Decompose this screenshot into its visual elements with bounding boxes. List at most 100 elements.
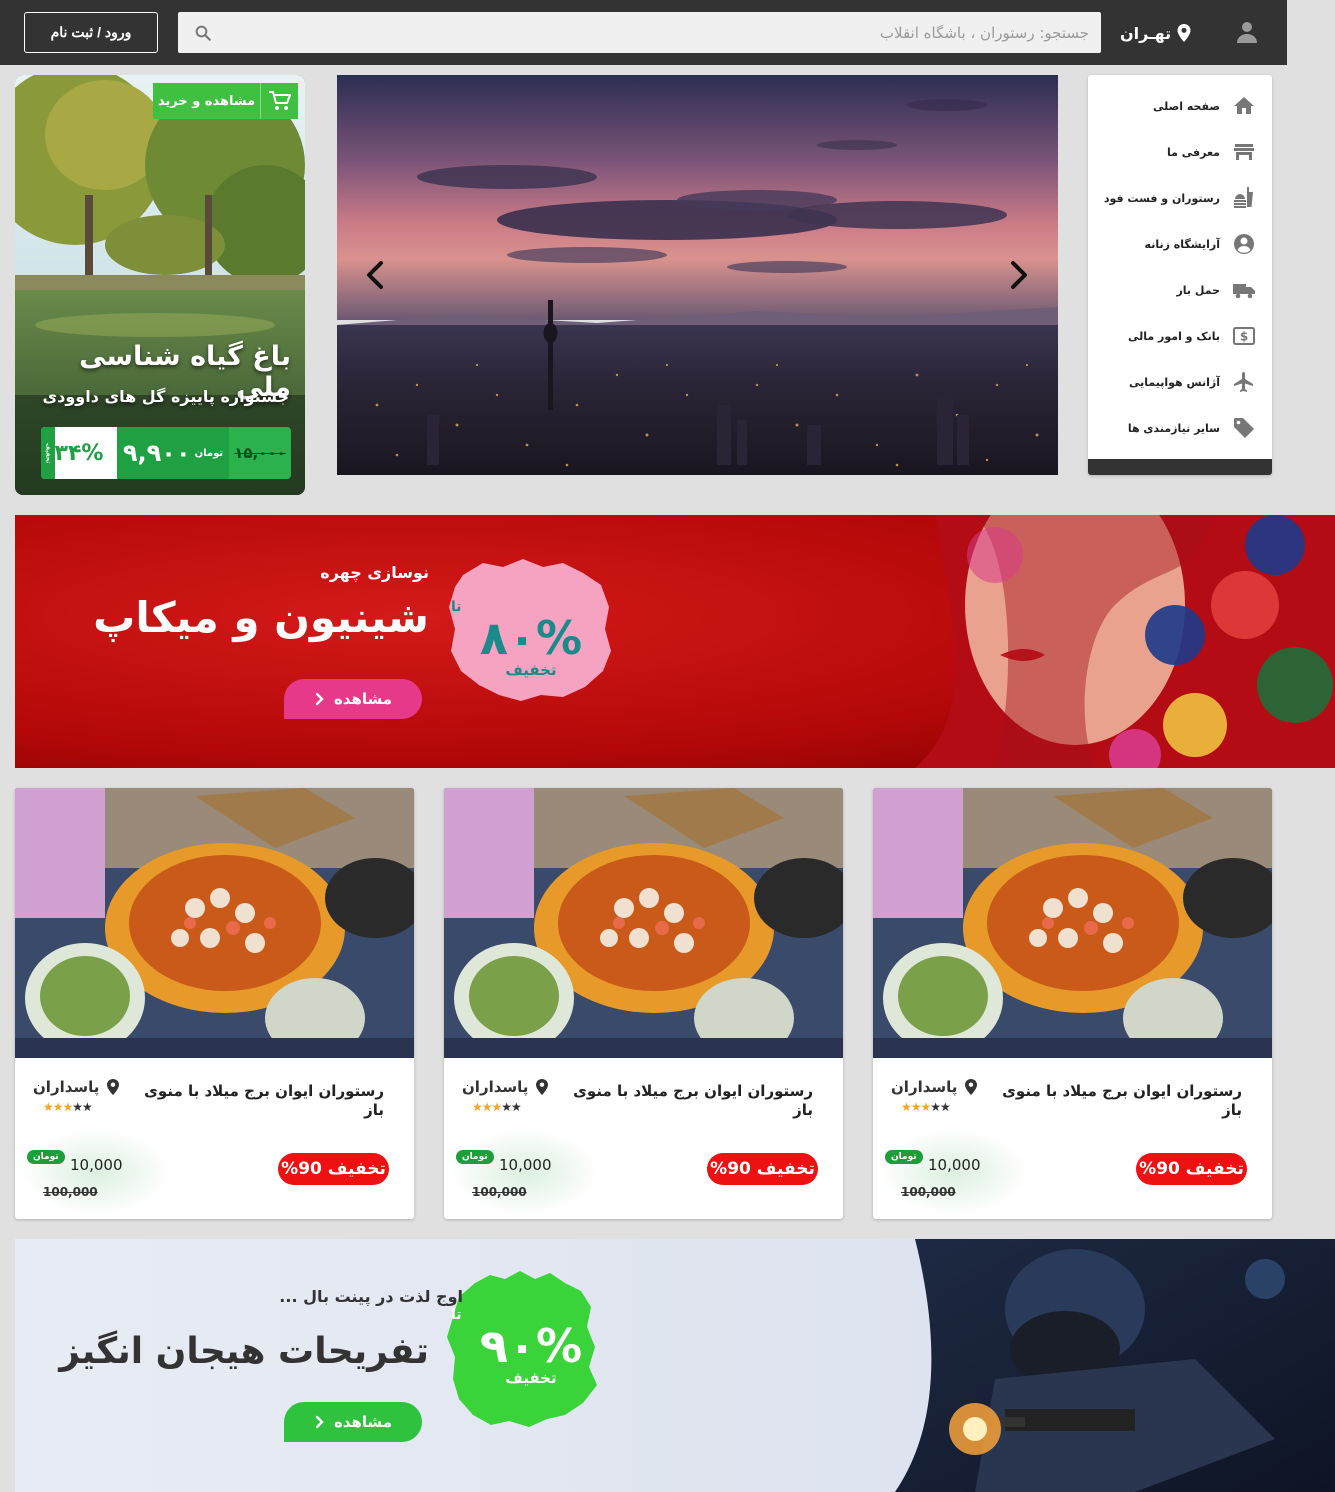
banner-makeup-small: نوسازی چهره xyxy=(320,563,429,582)
deal-location-label: پاسداران xyxy=(33,1078,100,1096)
promo-new-price-box: تومان ۹,۹۰۰ xyxy=(117,427,229,479)
promo-currency: تومان xyxy=(194,447,224,459)
airplane-icon xyxy=(1234,372,1253,392)
sidebar-item-label: معرفی ما xyxy=(1167,145,1220,159)
deal-rating-stars: ★★★★★ xyxy=(901,1100,951,1114)
deal-discount-badge: تخفیف 90% xyxy=(707,1153,818,1185)
deal-title: رستوران ایوان برج میلاد با منوی باز xyxy=(144,1082,384,1119)
banner-paintball-view-label: مشاهده xyxy=(333,1413,393,1431)
sidebar-item-label: بانک و امور مالی xyxy=(1128,329,1220,343)
sidebar-item-others[interactable]: سایر نیازمندی ها xyxy=(1092,413,1256,443)
promo-price-strip: تخفیف ۳۴% تومان ۹,۹۰۰ ۱۵,۰۰۰ xyxy=(41,427,291,479)
banner-makeup-view-label: مشاهده xyxy=(333,690,393,708)
category-sidebar: صفحه اصلی معرفی ما رستوران و فست فود آرا… xyxy=(1088,75,1272,475)
promo-card-botanical-garden[interactable]: مشاهده و خرید باغ گیاه شناسی ملی جشنواره… xyxy=(15,75,305,495)
search-bar[interactable] xyxy=(178,12,1101,53)
deal-discount-badge: تخفیف 90% xyxy=(278,1153,389,1185)
cart-icon xyxy=(260,83,298,119)
deal-price: 10,000 xyxy=(928,1156,981,1174)
fastfood-icon xyxy=(1234,187,1253,208)
deal-currency-badge: تومان xyxy=(885,1150,923,1164)
deal-rating-stars: ★★★★★ xyxy=(43,1100,93,1114)
hero-slider[interactable] xyxy=(337,75,1058,475)
login-register-button[interactable]: ورود / ثبت نام xyxy=(24,12,158,53)
deal-card[interactable]: رستوران ایوان برج میلاد با منوی باز پاسد… xyxy=(444,788,843,1219)
deal-image-sushi-platter xyxy=(15,788,414,1058)
banner-makeup[interactable]: نوسازی چهره شینیون و میکاپ تا ۸۰% تخفیف … xyxy=(15,515,1335,768)
sidebar-item-label: سایر نیازمندی ها xyxy=(1127,421,1220,435)
search-icon[interactable] xyxy=(194,24,212,42)
search-input[interactable] xyxy=(226,12,1089,53)
banner-paintball-view-button[interactable]: مشاهده xyxy=(284,1402,422,1442)
sidebar-item-label: آرایشگاه زنانه xyxy=(1144,237,1220,251)
deal-currency-badge: تومان xyxy=(27,1150,65,1164)
banner-makeup-title: شینیون و میکاپ xyxy=(93,593,429,642)
map-pin-icon xyxy=(965,1079,978,1095)
map-pin-icon xyxy=(536,1079,549,1095)
banner-makeup-badge: تا ۸۰% تخفیف xyxy=(451,559,611,719)
map-pin-icon xyxy=(107,1079,120,1095)
deal-price: 10,000 xyxy=(499,1156,552,1174)
sidebar-item-label: حمل بار xyxy=(1176,283,1220,297)
banner-paintball-badge: تا ۹۰% تخفیف xyxy=(451,1267,611,1427)
deal-discount-badge: تخفیف 90% xyxy=(1136,1153,1247,1185)
sidebar-item-label: صفحه اصلی xyxy=(1153,99,1220,113)
deal-title: رستوران ایوان برج میلاد با منوی باز xyxy=(1002,1082,1242,1119)
deal-old-price: 100,000 xyxy=(901,1185,956,1199)
promo-discount-tag: تخفیف xyxy=(41,427,55,479)
sidebar-item-about[interactable]: معرفی ما xyxy=(1092,137,1256,167)
deal-image-sushi-platter xyxy=(873,788,1272,1058)
home-icon xyxy=(1234,97,1254,114)
city-label: تهـران xyxy=(1120,23,1172,43)
banner-makeup-upto: تا xyxy=(451,599,462,615)
banner-paintball-percent: ۹۰% xyxy=(479,1319,583,1373)
store-icon xyxy=(1234,144,1254,160)
deal-old-price: 100,000 xyxy=(43,1185,98,1199)
sidebar-item-bank[interactable]: بانک و امور مالی $ xyxy=(1092,321,1256,351)
sidebar-item-home[interactable]: صفحه اصلی xyxy=(1092,91,1256,121)
banner-paintball[interactable]: اوج لذت در پینت بال ... تفریحات هیجان ان… xyxy=(15,1239,1335,1492)
deal-rating-stars: ★★★★★ xyxy=(472,1100,522,1114)
deal-location-label: پاسداران xyxy=(891,1078,958,1096)
chevron-right-icon xyxy=(315,1415,324,1429)
deal-location: پاسداران xyxy=(891,1078,978,1096)
sidebar-item-airline[interactable]: آژانس هواپیمایی xyxy=(1092,367,1256,397)
deal-location: پاسداران xyxy=(33,1078,120,1096)
promo-subtitle: جشنواره پاییزه گل های داوودی xyxy=(42,387,289,406)
banner-paintball-small: اوج لذت در پینت بال ... xyxy=(279,1287,463,1306)
sidebar-item-restaurant[interactable]: رستوران و فست فود xyxy=(1092,183,1256,213)
promo-old-price: ۱۵,۰۰۰ xyxy=(229,427,291,479)
tag-icon xyxy=(1234,418,1254,438)
top-header: ورود / ثبت نام تهـران xyxy=(0,0,1287,65)
banner-paintball-upto: تا xyxy=(451,1307,462,1323)
money-icon: $ xyxy=(1233,327,1255,345)
slider-next-arrow[interactable] xyxy=(1001,259,1033,291)
banner-paintball-off: تخفیف xyxy=(505,1369,557,1387)
deal-currency-badge: تومان xyxy=(456,1150,494,1164)
deal-title: رستوران ایوان برج میلاد با منوی باز xyxy=(573,1082,813,1119)
svg-text:$: $ xyxy=(1240,330,1248,344)
truck-icon xyxy=(1233,284,1255,299)
deal-card[interactable]: رستوران ایوان برج میلاد با منوی باز پاسد… xyxy=(15,788,414,1219)
deal-location-label: پاسداران xyxy=(462,1078,529,1096)
sidebar-item-freight[interactable]: حمل بار xyxy=(1092,275,1256,305)
deal-card[interactable]: رستوران ایوان برج میلاد با منوی باز پاسد… xyxy=(873,788,1272,1219)
slider-prev-arrow[interactable] xyxy=(361,259,393,291)
slider-image-tehran-skyline xyxy=(337,75,1058,475)
deal-old-price: 100,000 xyxy=(472,1185,527,1199)
banner-paintball-title: تفریحات هیجان انگیز xyxy=(59,1331,429,1372)
city-selector[interactable]: تهـران xyxy=(1120,22,1191,44)
promo-discount-box: تخفیف ۳۴% xyxy=(41,427,117,479)
user-icon[interactable] xyxy=(1235,20,1259,44)
banner-makeup-off: تخفیف xyxy=(505,661,557,679)
view-and-buy-button[interactable]: مشاهده و خرید xyxy=(153,83,298,119)
view-and-buy-label: مشاهده و خرید xyxy=(157,93,256,109)
map-pin-icon xyxy=(1177,24,1191,42)
promo-discount: ۳۴% xyxy=(54,440,104,466)
deal-location: پاسداران xyxy=(462,1078,549,1096)
banner-makeup-view-button[interactable]: مشاهده xyxy=(284,679,422,719)
promo-new-price: ۹,۹۰۰ xyxy=(122,439,191,467)
chevron-right-icon xyxy=(315,692,324,706)
sidebar-item-salon[interactable]: آرایشگاه زنانه xyxy=(1092,229,1256,259)
sidebar-item-label: آژانس هواپیمایی xyxy=(1128,375,1220,389)
